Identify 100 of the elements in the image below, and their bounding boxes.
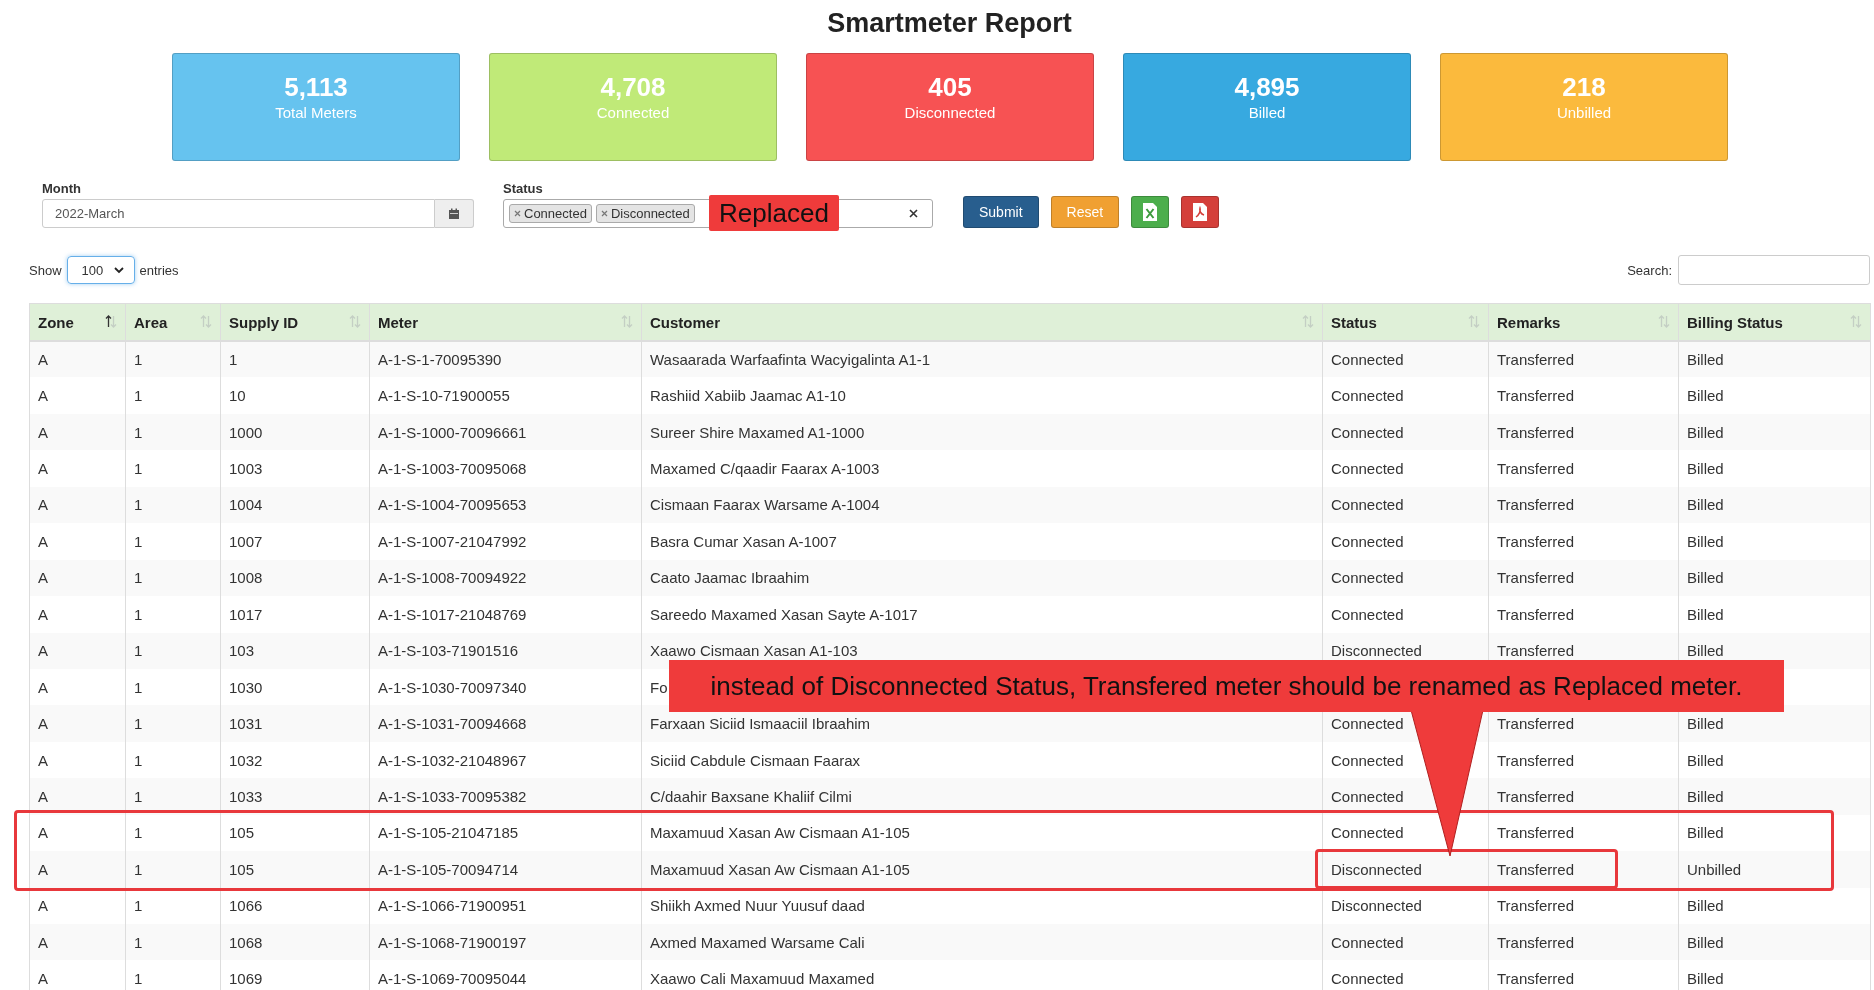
table-cell: 1 [134, 860, 143, 878]
table-cell: Connected [1331, 715, 1404, 733]
table-cell: Billed [1687, 751, 1724, 769]
table-cell: Disconnected [1331, 897, 1422, 915]
table-cell: Transferred [1497, 751, 1574, 769]
table-cell: Billed [1687, 933, 1724, 951]
table-cell: Connected [1331, 387, 1404, 405]
table-cell: A-1-S-1008-70094922 [378, 569, 527, 587]
table-cell: Unbilled [1687, 860, 1742, 878]
table-cell: Wasaarada Warfaafinta Wacyigalinta A1-1 [650, 351, 931, 369]
remove-icon[interactable] [514, 210, 521, 217]
table-cell: A [38, 715, 48, 733]
table-cell: Billed [1687, 496, 1724, 514]
table-cell: Billed [1687, 569, 1724, 587]
table-cell: Xaawo Cismaan Xasan A1-103 [650, 642, 858, 660]
table-cell: 1031 [229, 715, 263, 733]
status-tag[interactable]: Disconnected [595, 204, 695, 223]
table-cell: Billed [1687, 532, 1724, 550]
table-cell: 1 [134, 351, 143, 369]
table-cell: 1 [134, 569, 143, 587]
table-cell: 1 [229, 351, 238, 369]
table-cell: 1 [134, 642, 143, 660]
stat-label: Total Meters [275, 103, 357, 123]
table-cell: Shiikh Axmed Nuur Yuusuf daad [650, 897, 865, 915]
entries-select[interactable]: 100 [66, 256, 135, 284]
pdf-export-button[interactable] [1181, 196, 1220, 228]
table-cell: A [38, 642, 48, 660]
spreadsheet-file-icon [1142, 202, 1159, 222]
month-field[interactable]: 2022-March [42, 199, 435, 228]
column-header[interactable]: Status [1322, 303, 1489, 341]
table-cell: A-1-S-1033-70095382 [378, 787, 527, 805]
table-cell: A-1-S-1032-21048967 [378, 751, 527, 769]
table-cell: Transferred [1497, 860, 1574, 878]
annotation-label: Replaced [709, 195, 839, 231]
table-cell: Sureer Shire Maxamed A1-1000 [650, 423, 865, 441]
table-cell: Billed [1687, 897, 1724, 915]
table-cell: Transferred [1497, 933, 1574, 951]
table-cell: Billed [1687, 351, 1724, 369]
table-cell: Transferred [1497, 569, 1574, 587]
table-cell: Maxamuud Xasan Aw Cismaan A1-105 [650, 824, 910, 842]
table-cell: Billed [1687, 824, 1724, 842]
sort-icon[interactable] [105, 315, 117, 328]
status-tag[interactable]: Connected [509, 204, 592, 223]
table-cell: A [38, 460, 48, 478]
stat-label: Connected [596, 103, 670, 123]
field-label: Status [503, 181, 544, 196]
table-cell: 1008 [229, 569, 263, 587]
stat-label: Billed [1248, 103, 1286, 123]
column-header[interactable]: Remarks [1488, 303, 1679, 341]
table-cell: 1 [134, 605, 143, 623]
table-cell: Fo [650, 678, 668, 696]
column-header[interactable]: Area [125, 303, 221, 341]
table-cell: Transferred [1497, 423, 1574, 441]
table-cell: Billed [1687, 460, 1724, 478]
table-cell: 1 [134, 532, 143, 550]
table-cell: Disconnected [1331, 642, 1422, 660]
table-cell: Transferred [1497, 605, 1574, 623]
column-header[interactable]: Zone [29, 303, 126, 341]
pdf-file-icon [1192, 202, 1209, 222]
column-header[interactable]: Meter [369, 303, 642, 341]
table-cell: Connected [1331, 351, 1404, 369]
column-header[interactable]: Customer [641, 303, 1323, 341]
table-cell: A-1-S-1004-70095653 [378, 496, 527, 514]
table-cell: Transferred [1497, 642, 1574, 660]
table-cell: Connected [1331, 751, 1404, 769]
table-cell: A-1-S-1017-21048769 [378, 605, 527, 623]
table-cell: Connected [1331, 423, 1404, 441]
calendar-button[interactable] [435, 199, 474, 228]
table-cell: 1000 [229, 423, 263, 441]
table-cell: A-1-S-1007-21047992 [378, 532, 527, 550]
column-header[interactable]: Supply ID [220, 303, 370, 341]
table-cell: 1 [134, 897, 143, 915]
table-cell: A [38, 824, 48, 842]
filter-button[interactable]: Submit [963, 196, 1039, 228]
table-cell: A-1-S-105-21047185 [378, 824, 519, 842]
table-cell: Billed [1687, 423, 1724, 441]
clear-icon[interactable] [909, 209, 918, 218]
table-cell: 10 [229, 387, 246, 405]
search-label: Search: [1627, 262, 1672, 278]
remove-icon[interactable] [600, 210, 608, 217]
table-cell: Connected [1331, 970, 1404, 988]
table-cell: Billed [1687, 605, 1724, 623]
column-header[interactable]: Billing Status [1678, 303, 1871, 341]
table-cell: A [38, 351, 48, 369]
table-cell: 1068 [229, 933, 263, 951]
table-cell: 1 [134, 460, 143, 478]
table-cell: 1 [134, 787, 143, 805]
table-cell: A-1-S-1069-70095044 [378, 970, 527, 988]
table-cell: 103 [229, 642, 255, 660]
table-cell: Disconnected [1331, 860, 1422, 878]
table-cell: Transferred [1497, 715, 1574, 733]
table-cell: Sareedo Maxamed Xasan Sayte A-1017 [650, 605, 918, 623]
stat-label: Unbilled [1556, 103, 1612, 123]
table-cell: A-1-S-105-70094714 [378, 860, 519, 878]
table-cell: A [38, 496, 48, 514]
table-cell: Transferred [1497, 460, 1574, 478]
table-cell: 1 [134, 496, 143, 514]
search-field[interactable] [1678, 255, 1870, 285]
table-cell: A [38, 387, 48, 405]
excel-export-button[interactable] [1131, 196, 1170, 228]
